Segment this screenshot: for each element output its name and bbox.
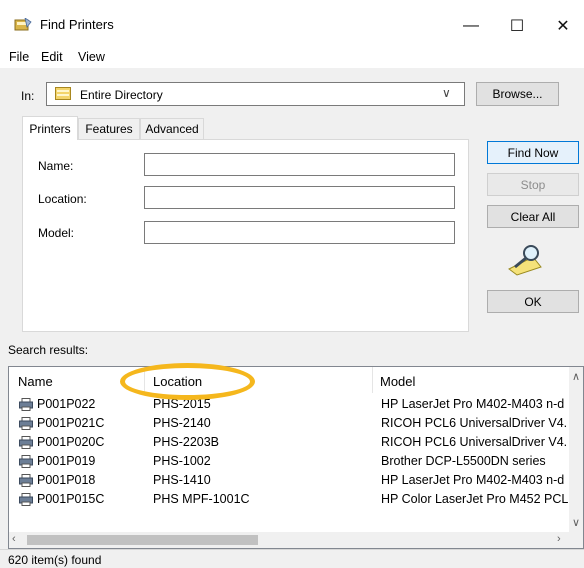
model-field[interactable] — [144, 221, 455, 244]
maximize-button[interactable]: ☐ — [494, 8, 540, 44]
table-row[interactable]: P001P022 PHS-2015 HP LaserJet Pro M402-M40… — [9, 395, 569, 414]
cell-name: P001P018 — [37, 473, 96, 487]
model-label: Model: — [38, 226, 75, 240]
column-header-row — [9, 367, 577, 393]
printer-icon — [19, 436, 33, 449]
scope-label: In: — [21, 89, 35, 103]
maximize-icon: ☐ — [509, 18, 525, 35]
cell-model: HP Color LaserJet Pro M452 PCL — [381, 492, 569, 506]
tab-advanced[interactable]: Advanced — [140, 118, 204, 139]
table-row[interactable]: P001P020C PHS-2203B RICOH PCL6 UniversalDr… — [9, 433, 569, 452]
cell-name: P001P015C — [37, 492, 105, 506]
table-row[interactable]: P001P015C PHS MPF-1001C HP Color LaserJet … — [9, 490, 569, 509]
clear-all-button[interactable]: Clear All — [487, 205, 579, 228]
cell-model: Brother DCP-L5500DN series — [381, 454, 546, 468]
scroll-up-icon[interactable]: ∧ — [572, 370, 580, 383]
minimize-button[interactable]: — — [448, 8, 494, 44]
column-divider[interactable] — [372, 367, 373, 393]
cell-location: PHS-2203B — [153, 435, 220, 449]
cell-location: PHS-2140 — [153, 416, 211, 430]
cell-model: RICOH PCL6 UniversalDriver V4. — [381, 416, 568, 430]
printer-icon — [19, 493, 33, 506]
menu-file[interactable]: File — [9, 50, 29, 64]
scroll-right-icon[interactable]: › — [557, 533, 561, 545]
cell-location: PHS-1410 — [153, 473, 211, 487]
location-field[interactable] — [144, 186, 455, 209]
menu-view[interactable]: View — [78, 50, 105, 64]
location-label: Location: — [38, 192, 87, 206]
vertical-scrollbar[interactable] — [569, 367, 583, 532]
minimize-icon: — — [463, 17, 479, 34]
tab-printers[interactable]: Printers — [22, 116, 78, 140]
scroll-left-icon[interactable]: ‹ — [12, 533, 16, 545]
magnifier-search-icon — [508, 245, 542, 276]
printer-icon — [19, 398, 33, 411]
printer-icon — [19, 455, 33, 468]
find-now-button[interactable]: Find Now — [487, 141, 579, 164]
cell-model: HP LaserJet Pro M402-M403 n-d — [381, 473, 565, 487]
status-text: 620 item(s) found — [8, 553, 102, 567]
column-header-model[interactable]: Model — [380, 374, 415, 389]
cell-model: HP LaserJet Pro M402-M403 n-d — [381, 397, 565, 411]
scrollbar-corner — [569, 532, 583, 548]
table-row[interactable]: P001P019 PHS-1002 Brother DCP-L5500DN seri… — [9, 452, 569, 471]
cell-name: P001P022 — [37, 397, 96, 411]
scope-value: Entire Directory — [80, 88, 163, 102]
cell-model: RICOH PCL6 UniversalDriver V4. — [381, 435, 568, 449]
tab-features[interactable]: Features — [78, 118, 140, 139]
table-row[interactable]: P001P021C PHS-2140 RICOH PCL6 UniversalDri… — [9, 414, 569, 433]
menu-edit[interactable]: Edit — [41, 50, 63, 64]
name-label: Name: — [38, 159, 74, 173]
find-printers-app-icon — [14, 18, 32, 31]
cell-name: P001P020C — [37, 435, 105, 449]
printer-icon — [19, 417, 33, 430]
menu-bar: File Edit View — [0, 46, 584, 68]
cell-name: P001P019 — [37, 454, 96, 468]
ok-button[interactable]: OK — [487, 290, 579, 313]
scroll-down-icon[interactable]: ∨ — [572, 516, 580, 529]
directory-icon — [55, 87, 71, 100]
search-results-label: Search results: — [8, 343, 89, 357]
table-row[interactable]: P001P018 PHS-1410 HP LaserJet Pro M402-M40… — [9, 471, 569, 490]
close-icon: ✕ — [556, 18, 570, 35]
cell-location: PHS MPF-1001C — [153, 492, 250, 506]
highlight-ellipse — [120, 363, 255, 400]
cell-location: PHS-1002 — [153, 454, 211, 468]
horizontal-scroll-thumb[interactable] — [27, 535, 258, 545]
chevron-down-icon[interactable]: ∨ — [442, 86, 451, 100]
window-title: Find Printers — [40, 17, 114, 32]
name-field[interactable] — [144, 153, 455, 176]
close-button[interactable]: ✕ — [540, 8, 584, 44]
column-header-name[interactable]: Name — [18, 374, 53, 389]
cell-name: P001P021C — [37, 416, 105, 430]
printer-icon — [19, 474, 33, 487]
stop-button[interactable]: Stop — [487, 173, 579, 196]
browse-button[interactable]: Browse... — [476, 82, 559, 106]
